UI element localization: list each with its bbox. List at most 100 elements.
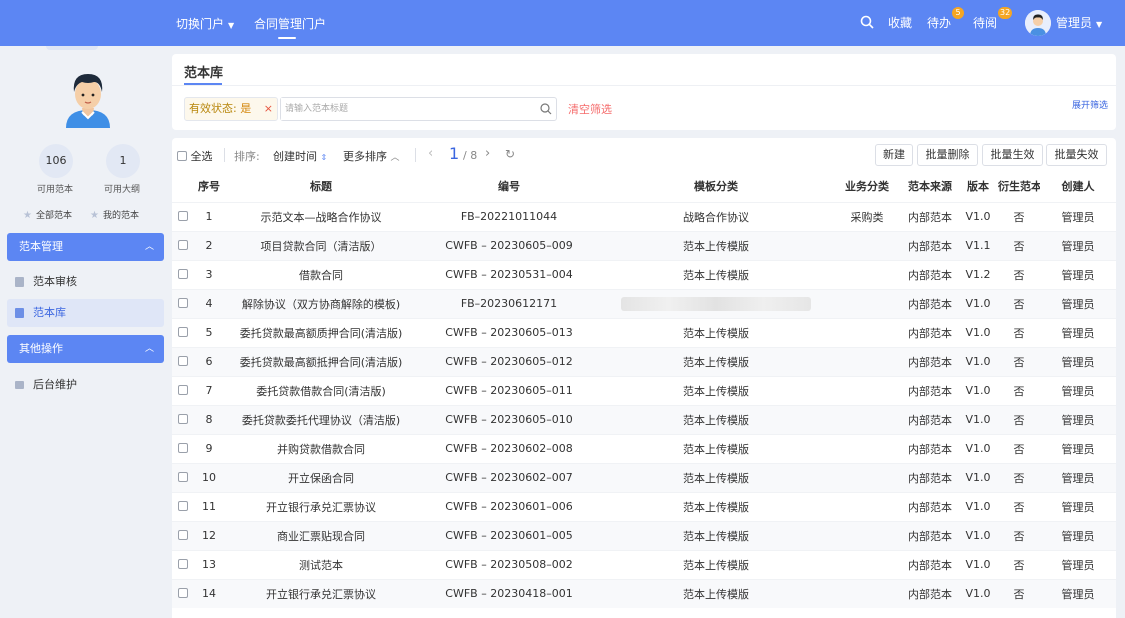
template-management-group[interactable]: 范本管理 ︿	[7, 233, 164, 261]
row-checkbox[interactable]	[178, 269, 188, 279]
cell-title[interactable]: 商业汇票贴现合同	[224, 520, 418, 550]
sidebar-item-backend-maintenance[interactable]: 后台维护	[7, 371, 164, 399]
batch-enable-button[interactable]: 批量生效	[982, 144, 1043, 166]
available-templates-count[interactable]: 106	[39, 144, 73, 178]
row-checkbox-cell[interactable]	[172, 549, 194, 579]
row-checkbox[interactable]	[178, 530, 188, 540]
row-checkbox[interactable]	[178, 240, 188, 250]
cell-title[interactable]: 委托贷款委托代理协议（清洁版)	[224, 404, 418, 434]
cell-title[interactable]: 开立银行承兑汇票协议	[224, 491, 418, 521]
user-menu[interactable]: 管理员 ▼	[1056, 14, 1102, 31]
row-checkbox[interactable]	[178, 414, 188, 424]
row-checkbox-cell[interactable]	[172, 433, 194, 463]
table-row[interactable]: 1 示范文本—战略合作协议 FB–20221011044 战略合作协议 采购类 内部范本 V…	[172, 201, 1116, 231]
other-operations-group[interactable]: 其他操作 ︿	[7, 335, 164, 363]
table-row[interactable]: 3 借款合同 CWFB – 20230531–004 范本上传模版 内部范本 V1.2 否管…	[172, 259, 1116, 289]
row-checkbox-cell[interactable]	[172, 404, 194, 434]
more-sort-dropdown[interactable]: 更多排序 ︿	[343, 148, 400, 164]
available-outlines-label: 可用大纲	[104, 185, 141, 195]
row-checkbox[interactable]	[178, 501, 188, 511]
row-checkbox-cell[interactable]	[172, 462, 194, 492]
search-icon[interactable]	[540, 103, 552, 118]
cell-version: V1.0	[958, 549, 998, 579]
cell-version: V1.0	[958, 288, 998, 318]
table-row[interactable]: 7 委托贷款借款合同(清洁版) CWFB – 20230605–011 范本上传模版 内…	[172, 375, 1116, 405]
current-page[interactable]: 1	[449, 144, 459, 163]
clear-filter-link[interactable]: 清空筛选	[568, 101, 612, 117]
table-row[interactable]: 8 委托贷款委托代理协议（清洁版) CWFB – 20230605–010 范本上传模…	[172, 404, 1116, 434]
cell-title[interactable]: 委托贷款最高额抵押合同(清洁版)	[224, 346, 418, 376]
row-checkbox[interactable]	[178, 385, 188, 395]
batch-delete-button[interactable]: 批量删除	[917, 144, 978, 166]
row-checkbox-cell[interactable]	[172, 346, 194, 376]
title-search-input[interactable]	[281, 98, 531, 120]
close-icon[interactable]: ×	[264, 98, 273, 120]
cell-category: 范本上传模版	[600, 462, 832, 492]
divider	[224, 148, 225, 162]
table-row[interactable]: 5 委托贷款最高额质押合同(清洁版) CWFB – 20230605–013 范本上传…	[172, 317, 1116, 347]
table-row[interactable]: 12 商业汇票贴现合同 CWFB – 20230601–005 范本上传模版 内部范本 V…	[172, 520, 1116, 550]
chevron-left-icon[interactable]: ‹	[428, 146, 433, 161]
switch-portal-dropdown[interactable]: 切换门户 ▼	[176, 15, 234, 32]
cell-title[interactable]: 开立保函合同	[224, 462, 418, 492]
favorites-link[interactable]: 收藏	[888, 14, 912, 31]
chevron-right-icon[interactable]: ›	[485, 146, 490, 161]
new-button[interactable]: 新建	[875, 144, 913, 166]
sidebar: 106 可用范本 1 可用大纲 ★ 全部范本 ★ 我的范本 范本管理 ︿ 范本审核 范…	[0, 46, 172, 618]
row-checkbox-cell[interactable]	[172, 491, 194, 521]
row-checkbox[interactable]	[178, 298, 188, 308]
table-row[interactable]: 14 开立银行承兑汇票协议 CWFB – 20230418–001 范本上传模版 内部范…	[172, 578, 1116, 608]
row-checkbox[interactable]	[178, 588, 188, 599]
all-templates-link[interactable]: ★ 全部范本	[23, 208, 72, 221]
contract-portal-tab[interactable]: 合同管理门户	[254, 15, 326, 32]
row-checkbox[interactable]	[178, 356, 188, 366]
row-checkbox-cell[interactable]	[172, 520, 194, 550]
row-checkbox[interactable]	[178, 327, 188, 337]
cell-title[interactable]: 测试范本	[224, 549, 418, 579]
cell-title[interactable]: 并购贷款借款合同	[224, 433, 418, 463]
document-icon	[15, 308, 24, 318]
sort-field-dropdown[interactable]: 创建时间 ⇕	[273, 148, 327, 164]
status-filter-chip[interactable]: 有效状态: 是 ×	[184, 97, 278, 121]
row-checkbox-cell[interactable]	[172, 230, 194, 260]
table-row[interactable]: 2 项目贷款合同（清洁版） CWFB – 20230605–009 范本上传模版 内部范…	[172, 230, 1116, 260]
todo-link[interactable]: 待办5	[927, 7, 965, 31]
table-row[interactable]: 6 委托贷款最高额抵押合同(清洁版) CWFB – 20230605–012 范本上传…	[172, 346, 1116, 376]
row-checkbox-cell[interactable]	[172, 578, 194, 608]
expand-filter-link[interactable]: 展开筛选	[1072, 98, 1108, 111]
row-checkbox-cell[interactable]	[172, 201, 194, 231]
search-icon[interactable]	[860, 15, 874, 32]
select-all-checkbox[interactable]: 全选	[177, 148, 213, 164]
my-templates-link[interactable]: ★ 我的范本	[90, 208, 139, 221]
user-avatar[interactable]	[1025, 10, 1051, 36]
row-checkbox[interactable]	[178, 472, 188, 482]
sidebar-item-template-review[interactable]: 范本审核	[7, 268, 164, 296]
cell-code: CWFB – 20230605–012	[418, 346, 600, 376]
cell-title[interactable]: 借款合同	[224, 259, 418, 289]
table-row[interactable]: 10 开立保函合同 CWFB – 20230602–007 范本上传模版 内部范本 V1.…	[172, 462, 1116, 492]
row-checkbox[interactable]	[178, 443, 188, 453]
row-checkbox-cell[interactable]	[172, 317, 194, 347]
row-checkbox[interactable]	[178, 211, 188, 221]
sidebar-item-template-library[interactable]: 范本库	[7, 299, 164, 327]
cell-title[interactable]: 开立银行承兑汇票协议	[224, 578, 418, 608]
cell-title[interactable]: 委托贷款最高额质押合同(清洁版)	[224, 317, 418, 347]
cell-no: 6	[194, 346, 224, 376]
available-outlines-count[interactable]: 1	[106, 144, 140, 178]
cell-title[interactable]: 委托贷款借款合同(清洁版)	[224, 375, 418, 405]
table-row[interactable]: 9 并购贷款借款合同 CWFB – 20230602–008 范本上传模版 内部范本 V1…	[172, 433, 1116, 463]
cell-title[interactable]: 示范文本—战略合作协议	[224, 201, 418, 231]
cell-title[interactable]: 解除协议（双方协商解除的模板)	[224, 288, 418, 318]
group-label: 范本管理	[19, 240, 63, 253]
row-checkbox-cell[interactable]	[172, 375, 194, 405]
batch-disable-button[interactable]: 批量失效	[1046, 144, 1107, 166]
cell-title[interactable]: 项目贷款合同（清洁版）	[224, 230, 418, 260]
table-row[interactable]: 4 解除协议（双方协商解除的模板) FB–20230612171 内部范本 V1.0 否管…	[172, 288, 1116, 318]
refresh-icon[interactable]: ↻	[505, 147, 515, 161]
row-checkbox-cell[interactable]	[172, 259, 194, 289]
row-checkbox[interactable]	[178, 559, 188, 569]
table-row[interactable]: 11 开立银行承兑汇票协议 CWFB – 20230601–006 范本上传模版 内部范…	[172, 491, 1116, 521]
to-read-link[interactable]: 待阅32	[973, 7, 1013, 31]
row-checkbox-cell[interactable]	[172, 288, 194, 318]
table-row[interactable]: 13 测试范本 CWFB – 20230508–002 范本上传模版 内部范本 V1.0 否…	[172, 549, 1116, 579]
